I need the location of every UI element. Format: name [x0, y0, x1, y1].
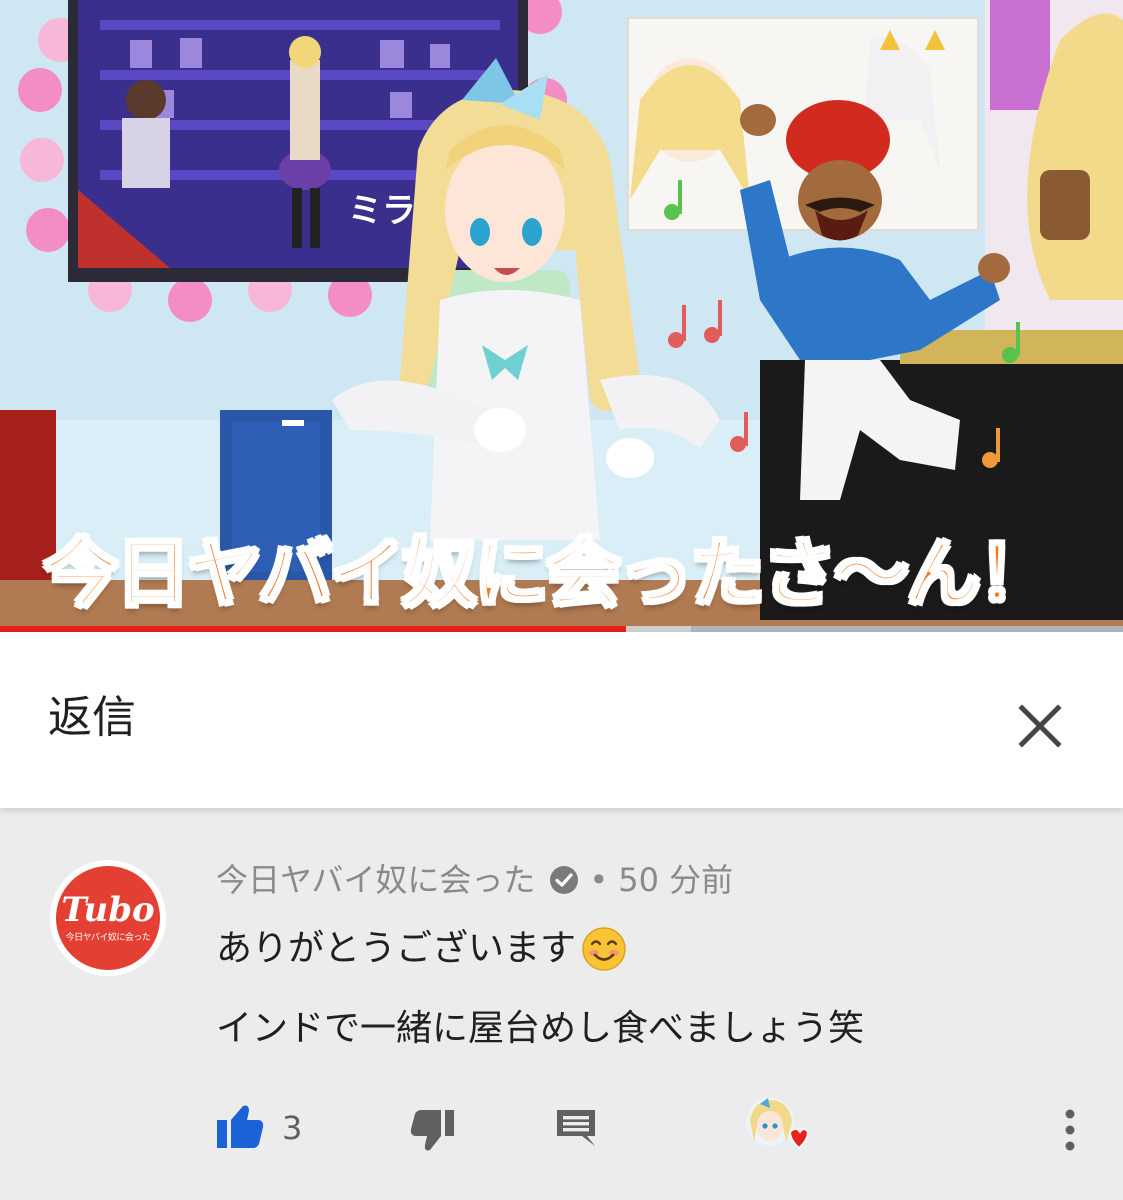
comment-meta: 今日ヤバイ奴に会った • 50 分前	[216, 858, 733, 902]
avatar[interactable]: Tubo 今日ヤバイ奴に会った	[50, 860, 166, 976]
meta-separator: •	[589, 861, 609, 899]
more-options-button[interactable]	[1054, 1104, 1086, 1156]
comment-text: インドで一緒に屋台めし食べましょう笑	[216, 1008, 865, 1049]
creator-heart	[744, 1096, 810, 1158]
avatar-wordmark: Tubo	[61, 890, 155, 930]
creator-heart-icon	[746, 1098, 810, 1150]
comment-time: 50 分前	[618, 861, 734, 899]
channel-logo: Tubo 今日ヤバイ奴に会った	[56, 866, 160, 970]
smiling-face-emoji-icon	[582, 927, 626, 971]
comment-actions: 3	[0, 1098, 1123, 1158]
verified-check-icon	[550, 866, 579, 894]
close-icon	[1018, 704, 1062, 748]
thumbs-down-icon	[410, 1110, 454, 1151]
more-vertical-icon	[1065, 1109, 1075, 1151]
video-player[interactable]: ミライア	[0, 0, 1123, 632]
comment-text: ありがとうございます	[216, 928, 577, 969]
video-caption: 今日ヤバイ奴に会ったさ〜ん！	[43, 530, 1055, 619]
comment-author[interactable]: 今日ヤバイ奴に会った	[216, 858, 535, 902]
reply-panel-title: 返信	[48, 692, 136, 743]
comment-text-line-2: インドで一緒に屋台めし食べましょう笑	[216, 1004, 864, 1054]
like-count: 3	[282, 1109, 303, 1147]
comment-item: Tubo 今日ヤバイ奴に会った 今日ヤバイ奴に会った • 50 分前 ありがとう…	[0, 808, 1123, 1200]
close-button[interactable]	[1008, 694, 1072, 758]
reply-button[interactable]	[554, 1106, 598, 1150]
reply-panel-header: 返信	[0, 632, 1123, 808]
thumbs-up-icon	[217, 1105, 264, 1148]
reply-comment-icon	[557, 1110, 595, 1146]
like-button[interactable]	[214, 1102, 266, 1152]
comment-text-line-1: ありがとうございます	[216, 924, 628, 974]
dislike-button[interactable]	[408, 1106, 456, 1154]
avatar-subtitle: 今日ヤバイ奴に会った	[65, 933, 151, 943]
